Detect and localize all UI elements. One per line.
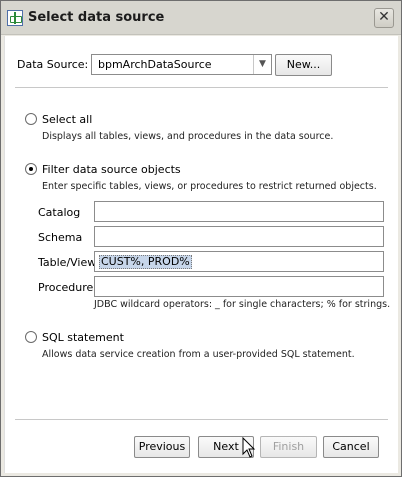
catalog-field[interactable] [94, 201, 384, 222]
select-all-radio[interactable] [25, 113, 37, 125]
filter-radio[interactable] [25, 163, 37, 175]
table-view-field[interactable]: CUST%, PROD% [94, 251, 384, 272]
procedure-label: Procedure [38, 281, 94, 294]
datasource-label: Data Source: [17, 58, 89, 71]
filter-description: Enter specific tables, views, or procedu… [42, 181, 377, 192]
separator [15, 419, 388, 420]
table-view-label: Table/View [38, 256, 97, 269]
close-icon: ✕ [378, 9, 390, 25]
separator [15, 87, 388, 88]
sql-statement-description: Allows data service creation from a user… [42, 349, 355, 360]
table-view-value: CUST%, PROD% [99, 255, 192, 269]
wildcard-hint: JDBC wildcard operators: _ for single ch… [94, 299, 391, 310]
select-all-label[interactable]: Select all [42, 113, 92, 126]
datasource-combo[interactable]: bpmArchDataSource ▼ [91, 54, 272, 75]
dialog-title: Select data source [28, 10, 165, 25]
select-all-description: Displays all tables, views, and procedur… [42, 131, 334, 142]
procedure-field[interactable] [94, 276, 384, 297]
schema-label: Schema [38, 231, 83, 244]
new-datasource-button[interactable]: New... [275, 54, 332, 76]
close-button[interactable]: ✕ [374, 8, 394, 28]
dialog-icon [7, 10, 23, 26]
catalog-label: Catalog [38, 206, 81, 219]
select-data-source-dialog: Select data source ✕ Data Source: bpmArc… [0, 0, 402, 477]
mouse-cursor-icon [242, 437, 256, 458]
cancel-button[interactable]: Cancel [323, 436, 379, 458]
finish-button[interactable]: Finish [260, 436, 317, 458]
datasource-value: bpmArchDataSource [98, 58, 212, 71]
filter-label[interactable]: Filter data source objects [42, 163, 181, 176]
title-bar: Select data source ✕ [1, 1, 401, 35]
dialog-content: Data Source: bpmArchDataSource ▼ New... … [4, 36, 398, 473]
sql-statement-radio[interactable] [25, 331, 37, 343]
previous-button[interactable]: Previous [134, 436, 190, 458]
sql-statement-label[interactable]: SQL statement [42, 331, 124, 344]
chevron-down-icon[interactable]: ▼ [253, 55, 271, 74]
schema-field[interactable] [94, 226, 384, 247]
